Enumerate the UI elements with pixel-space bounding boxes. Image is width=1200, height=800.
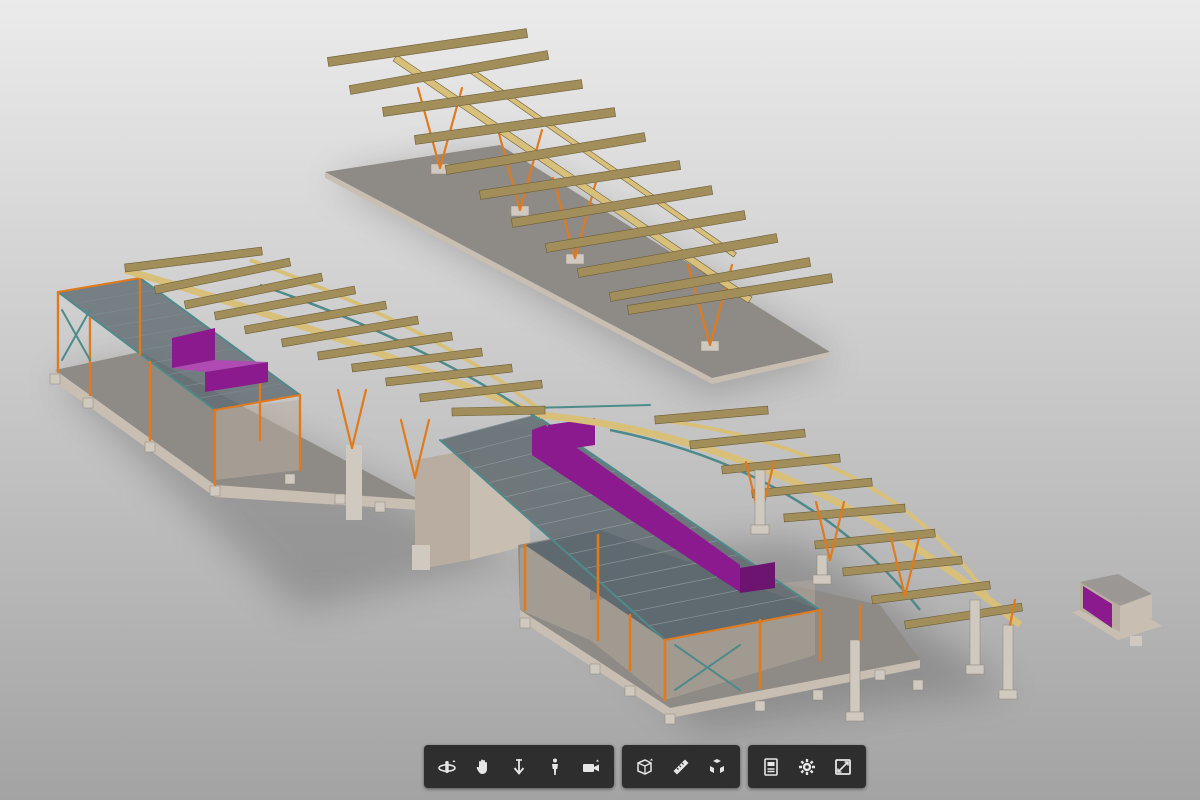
left-footing-3	[144, 441, 156, 453]
left-footing-4	[209, 485, 221, 497]
model-browser-button[interactable]	[756, 752, 786, 782]
pan-icon	[476, 759, 487, 774]
first-person-icon	[552, 758, 558, 775]
main-pier-2	[849, 639, 861, 713]
building-model-scene[interactable]	[0, 0, 1200, 800]
explode-icon	[710, 758, 724, 773]
navigation-tools-group	[424, 745, 614, 788]
left-footing-5	[284, 473, 296, 485]
model-browser-icon	[764, 757, 778, 776]
first-person-button[interactable]	[540, 752, 570, 782]
3d-viewport[interactable]	[0, 0, 1200, 800]
settings-button[interactable]	[792, 752, 822, 782]
main-beam-left-11	[451, 405, 546, 417]
orbit-icon	[438, 759, 456, 773]
measure-icon	[673, 759, 689, 774]
right-footing-6	[812, 689, 824, 701]
right-footing-2	[589, 663, 601, 675]
left-footing-6	[334, 493, 346, 505]
fullscreen-button[interactable]	[828, 752, 858, 782]
main-pier-base-1	[750, 524, 770, 535]
orbit-button[interactable]	[432, 752, 462, 782]
main-pier-base-4	[965, 664, 985, 675]
main-pier-1	[754, 469, 766, 526]
right-footing-8	[912, 679, 924, 691]
camera-button[interactable]	[576, 752, 606, 782]
measure-button[interactable]	[666, 752, 696, 782]
main-pier-3	[1002, 624, 1014, 691]
settings-tools-group	[748, 745, 866, 788]
section-box-button[interactable]	[630, 752, 660, 782]
main-pier-4	[969, 599, 981, 666]
pan-button[interactable]	[468, 752, 498, 782]
left-footing-2	[82, 397, 94, 409]
explode-button[interactable]	[702, 752, 732, 782]
fullscreen-icon	[835, 758, 851, 775]
model-tools-group	[622, 745, 740, 788]
viewer-toolbar	[424, 745, 866, 788]
left-footing-1	[49, 373, 61, 385]
main-pier-base-2	[845, 711, 865, 722]
right-footing-5	[754, 700, 766, 712]
right-footing-7	[874, 669, 886, 681]
settings-icon	[799, 758, 815, 775]
right-footing-4	[664, 713, 676, 725]
dolly-icon	[513, 758, 525, 775]
dolly-button[interactable]	[504, 752, 534, 782]
section-box-icon	[637, 758, 653, 775]
connector-pier	[346, 445, 362, 520]
camera-icon	[583, 759, 599, 772]
right-footing-3	[624, 685, 636, 697]
right-footing-1	[519, 617, 531, 629]
main-pier-5	[816, 554, 828, 576]
main-pier-base-5	[812, 574, 832, 585]
left-footing-7	[374, 501, 386, 513]
main-pier-base-3	[998, 689, 1018, 700]
